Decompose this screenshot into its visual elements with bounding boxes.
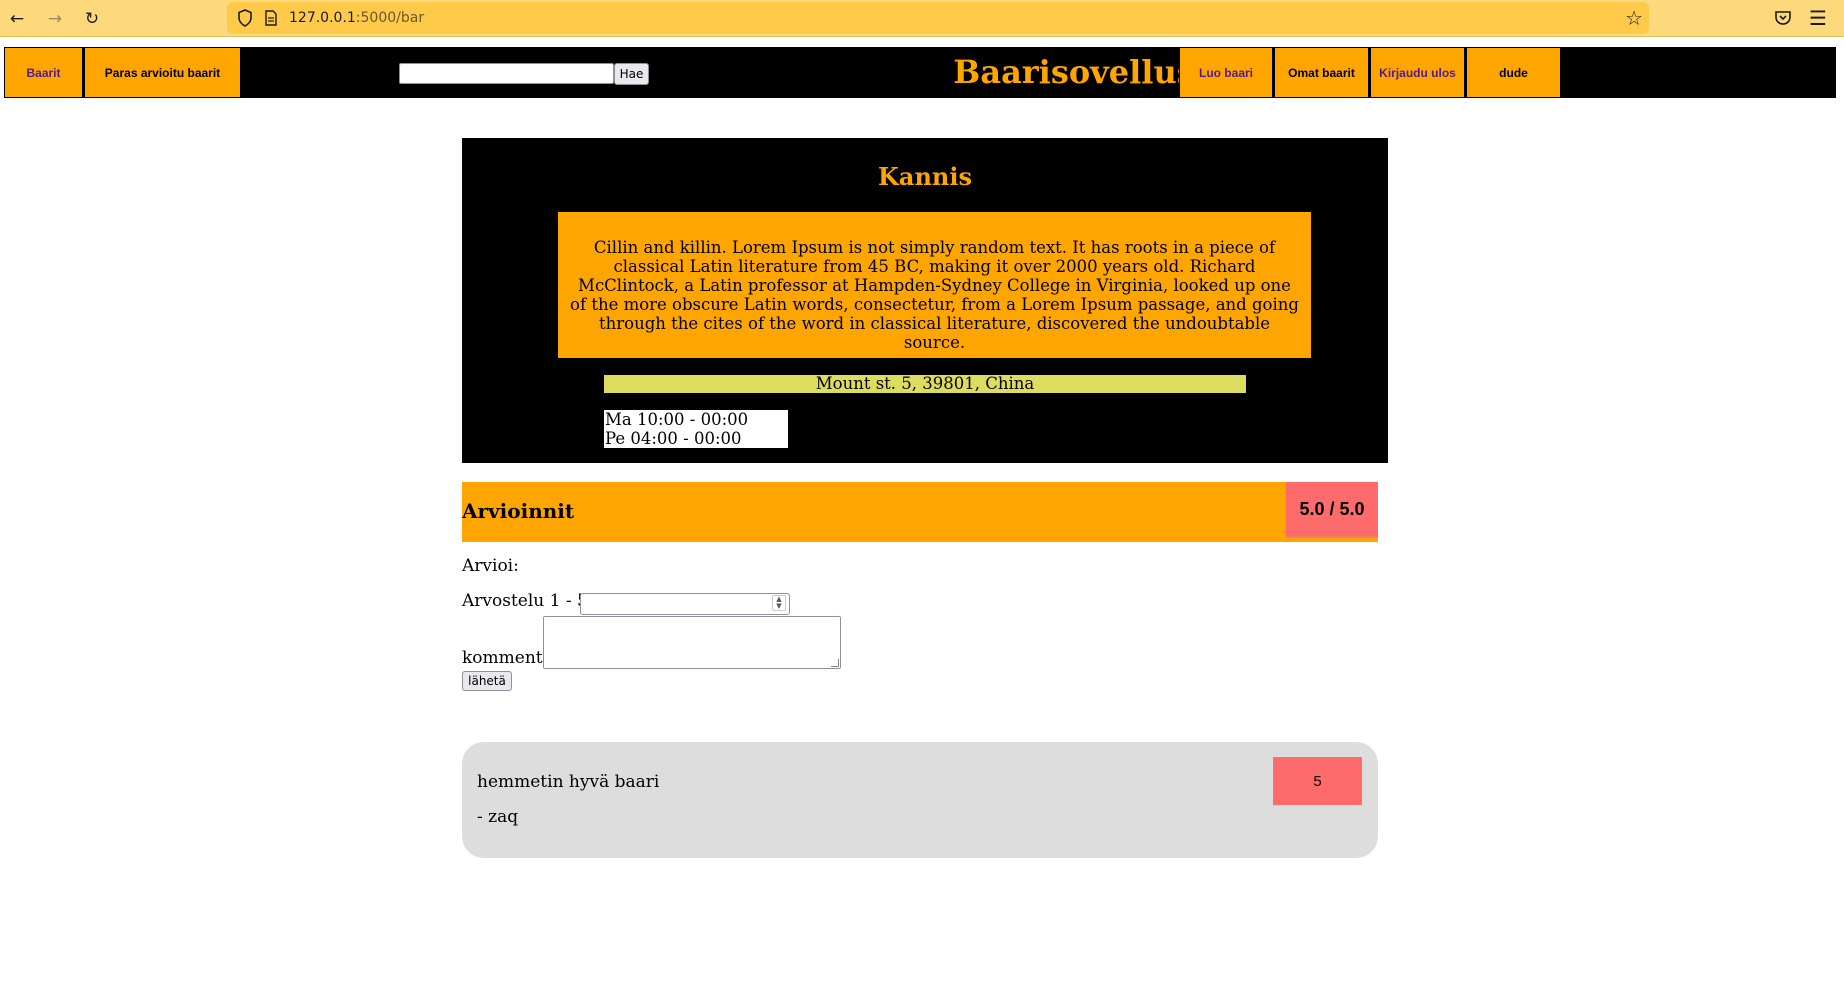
search-input[interactable] bbox=[399, 63, 614, 84]
bookmark-star-icon[interactable]: ☆ bbox=[1625, 6, 1643, 30]
ratings-header: Arvioinnit 5.0 / 5.0 bbox=[462, 482, 1378, 542]
bar-info-card: Kannis Cillin and killin. Lorem Ipsum is… bbox=[462, 138, 1388, 463]
bar-opening-hours: Ma 10:00 - 00:00 Pe 04:00 - 00:00 bbox=[604, 410, 788, 448]
comment-resize-wrap bbox=[543, 616, 841, 669]
nav-my-bars-link[interactable]: Omat baarit bbox=[1274, 47, 1369, 98]
hours-line: Pe 04:00 - 00:00 bbox=[605, 429, 742, 448]
submit-button[interactable]: lähetä bbox=[462, 671, 512, 691]
review-text: hemmetin hyvä baari bbox=[477, 772, 660, 792]
browser-toolbar: ← → ↻ 127.0.0.1:5000/bar ☆ ☰ bbox=[0, 0, 1844, 37]
form-heading: Arvioi: bbox=[462, 556, 519, 576]
pocket-icon[interactable] bbox=[1774, 9, 1792, 27]
hours-line: Ma 10:00 - 00:00 bbox=[605, 410, 749, 429]
nav-logout-link[interactable]: Kirjaudu ulos bbox=[1370, 47, 1465, 98]
bar-description: Cillin and killin. Lorem Ipsum is not si… bbox=[558, 212, 1311, 358]
reload-icon[interactable]: ↻ bbox=[80, 7, 104, 31]
bar-name: Kannis bbox=[878, 162, 972, 191]
menu-icon[interactable]: ☰ bbox=[1809, 6, 1827, 30]
nav-create-bar-link[interactable]: Luo baari bbox=[1179, 47, 1273, 98]
url-text: 127.0.0.1:5000/bar bbox=[289, 10, 424, 26]
page-icon bbox=[265, 10, 277, 26]
nav-user-link[interactable]: dude bbox=[1466, 47, 1561, 98]
url-host: 127.0.0.1 bbox=[289, 10, 356, 26]
url-path: :5000/bar bbox=[355, 10, 425, 26]
ratings-title: Arvioinnit bbox=[462, 499, 575, 523]
rating-label: Arvostelu 1 - 5 bbox=[462, 591, 588, 611]
stepper-icon[interactable]: ▲ ▼ bbox=[772, 595, 786, 611]
nav-bars-link[interactable]: Baarit bbox=[4, 47, 83, 98]
site-nav: Baarit Paras arvioitu baarit Hae Baariso… bbox=[4, 47, 1836, 98]
review-score-badge: 5 bbox=[1273, 757, 1362, 805]
shield-icon[interactable] bbox=[237, 9, 253, 27]
review-author: - zaq bbox=[477, 807, 519, 827]
comment-label: kommentti bbox=[462, 648, 555, 668]
average-rating-badge: 5.0 / 5.0 bbox=[1286, 482, 1378, 537]
address-bar[interactable]: 127.0.0.1:5000/bar ☆ bbox=[227, 2, 1649, 34]
resize-grip-icon[interactable] bbox=[831, 659, 839, 667]
search-button[interactable]: Hae bbox=[614, 63, 649, 85]
bar-address: Mount st. 5, 39801, China bbox=[604, 375, 1246, 393]
nav-top-rated-link[interactable]: Paras arvioitu baarit bbox=[84, 47, 241, 98]
review-card: hemmetin hyvä baari - zaq 5 bbox=[462, 742, 1378, 858]
rating-stepper-wrap: ▲ ▼ bbox=[580, 593, 790, 615]
back-icon[interactable]: ← bbox=[5, 7, 29, 31]
forward-icon[interactable]: → bbox=[43, 7, 67, 31]
